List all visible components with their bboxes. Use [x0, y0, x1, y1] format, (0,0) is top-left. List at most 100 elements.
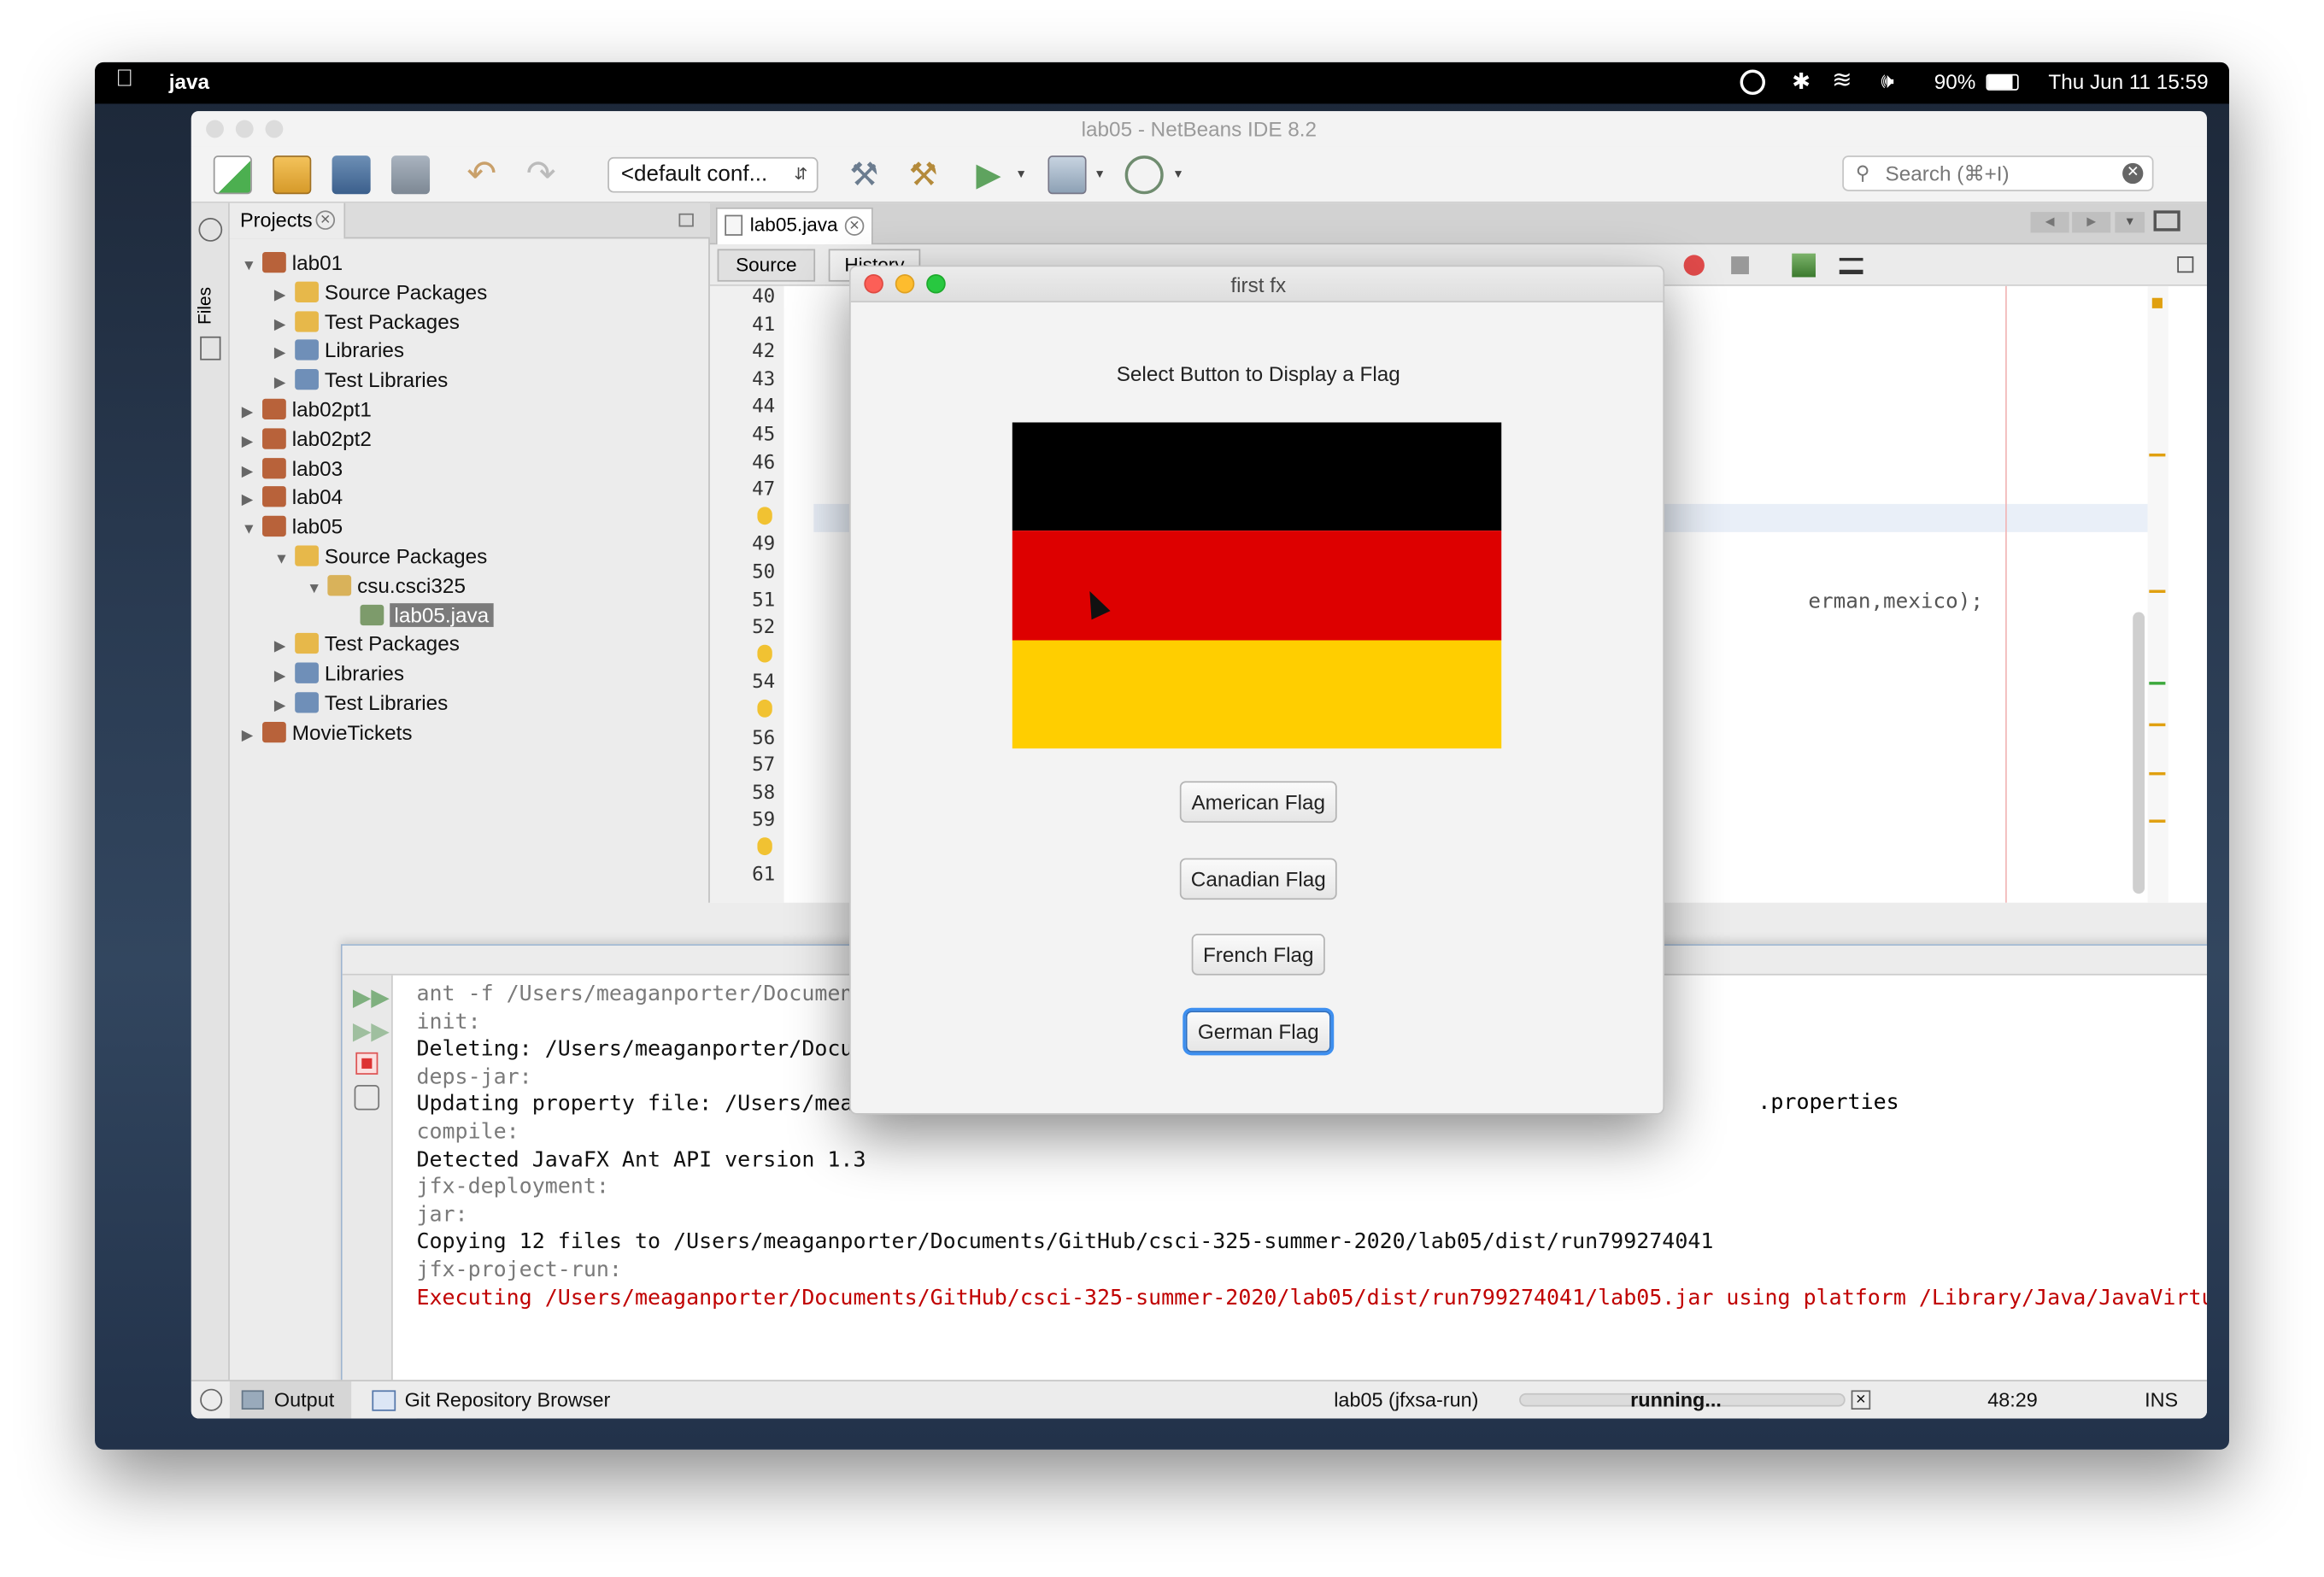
source-button[interactable]: Source	[717, 249, 816, 282]
tree-item[interactable]: ▶ Test Packages	[274, 306, 460, 336]
screen-record-icon[interactable]	[1740, 69, 1766, 96]
minimize-panel-icon[interactable]	[678, 213, 694, 227]
close-light[interactable]	[206, 120, 224, 138]
projects-strip-icon[interactable]	[198, 218, 223, 242]
hint-bulb-icon[interactable]	[757, 506, 772, 525]
fx-minimize-button[interactable]	[895, 273, 915, 294]
output-properties-fragment: .properties	[1758, 1090, 1899, 1115]
flag-button-canadian-flag[interactable]: Canadian Flag	[1179, 857, 1337, 900]
tree-item[interactable]: ▶ Libraries	[274, 659, 404, 689]
wifi-icon[interactable]: ≋	[1832, 65, 1852, 95]
minimize-light[interactable]	[235, 120, 254, 138]
cancel-task-icon[interactable]: ✕	[1851, 1390, 1871, 1410]
maximize-editor-icon[interactable]	[2153, 210, 2180, 232]
status-panel-icon[interactable]	[200, 1388, 223, 1411]
line-number: 41	[752, 314, 776, 337]
profile-dropdown-icon[interactable]: ▼	[1172, 167, 1184, 181]
tree-item[interactable]: lab05.java	[339, 600, 494, 630]
stop-icon[interactable]	[355, 1052, 379, 1075]
flag-button-german-flag[interactable]: German Flag	[1185, 1010, 1331, 1052]
profile-icon[interactable]	[1124, 155, 1164, 195]
tree-item[interactable]: ▶ lab04	[242, 483, 343, 513]
tree-item[interactable]: ▶ Test Libraries	[274, 365, 448, 395]
hint-bulb-icon[interactable]	[757, 837, 772, 855]
build-hammer-icon[interactable]: ⚒	[845, 155, 883, 194]
scroll-tabs-right-icon[interactable]: ▶	[2072, 212, 2111, 233]
editor-tab-lab05[interactable]: lab05.java ✕	[715, 207, 873, 245]
search-clear-icon[interactable]: ✕	[2122, 162, 2144, 185]
undo-icon[interactable]: ↶	[462, 155, 501, 194]
tree-item[interactable]: ▼ Source Packages	[274, 541, 487, 571]
output-line: jfx-deployment:	[416, 1175, 609, 1199]
tree-item[interactable]: ▶ lab02pt1	[242, 395, 372, 425]
rerun-with-params-icon[interactable]: ▶▶	[353, 1017, 390, 1046]
flag-button-french-flag[interactable]: French Flag	[1191, 934, 1325, 976]
tree-item[interactable]: ▶ Source Packages	[274, 277, 487, 307]
record-macro-icon[interactable]	[1683, 255, 1705, 276]
output-line: jfx-project-run:	[416, 1257, 622, 1282]
close-tab-icon[interactable]: ✕	[844, 216, 865, 236]
tree-item-label: Libraries	[324, 338, 405, 363]
fx-zoom-button[interactable]	[926, 273, 946, 294]
tree-item[interactable]: ▼ csu.csci325	[307, 571, 466, 601]
tree-item[interactable]: ▶ Libraries	[274, 336, 404, 366]
open-project-icon[interactable]	[332, 155, 371, 195]
git-browser-tab[interactable]: Git Repository Browser	[369, 1381, 610, 1418]
code-fragment: erman,mexico);	[1808, 589, 1984, 614]
expand-toggle-icon[interactable]: ▼	[307, 575, 327, 605]
tree-item[interactable]: ▶ lab03	[242, 453, 343, 483]
uncomment-icon[interactable]	[1839, 257, 1863, 274]
menubar-clock[interactable]: Thu Jun 11 15:59	[2048, 70, 2208, 94]
ant-settings-icon[interactable]	[354, 1085, 380, 1111]
tree-item[interactable]: ▶ Test Packages	[274, 629, 460, 659]
start-comment-icon[interactable]	[1792, 253, 1816, 278]
apple-icon[interactable]: 	[115, 67, 133, 93]
expand-toggle-icon[interactable]: ▼	[274, 545, 295, 575]
line-number: 52	[752, 616, 776, 640]
tree-item[interactable]: ▼ lab05	[242, 512, 343, 542]
tree-item-label: Test Packages	[324, 308, 460, 333]
rerun-icon[interactable]: ▶▶	[353, 982, 390, 1012]
line-number: 42	[752, 341, 776, 364]
app-menu-name[interactable]: java	[169, 70, 209, 94]
expand-editor-icon[interactable]	[2177, 256, 2194, 273]
expand-toggle-icon[interactable]: ▶	[242, 722, 262, 752]
files-strip-icon[interactable]	[200, 336, 221, 361]
stop-macro-icon[interactable]	[1731, 256, 1749, 274]
files-side-tab[interactable]: Files	[194, 287, 214, 325]
bluetooth-icon[interactable]: ✱	[1792, 68, 1810, 95]
new-project-icon[interactable]	[273, 155, 312, 195]
close-tab-icon[interactable]: ✕	[315, 210, 336, 230]
configuration-select[interactable]: <default conf... ⇵	[607, 156, 819, 193]
new-file-icon[interactable]	[213, 155, 252, 195]
flag-button-american-flag[interactable]: American Flag	[1179, 781, 1337, 823]
projects-tab[interactable]: Projects ✕	[229, 202, 346, 239]
run-icon[interactable]: ▶	[969, 155, 1007, 194]
save-all-icon[interactable]	[390, 155, 431, 195]
debug-dropdown-icon[interactable]: ▼	[1094, 167, 1106, 181]
hint-bulb-icon[interactable]	[757, 699, 772, 718]
battery-icon[interactable]	[1986, 73, 2019, 91]
flag-prompt: Select Button to Display a Flag	[1116, 361, 1400, 386]
zoom-light[interactable]	[265, 120, 284, 138]
fx-close-button[interactable]	[864, 273, 883, 294]
search-input[interactable]: ⚲ Search (⌘+I) ✕	[1842, 155, 2154, 191]
hint-bulb-icon[interactable]	[757, 644, 772, 663]
volume-icon[interactable]: 🕪	[1881, 68, 1893, 93]
output-line: Executing /Users/meaganporter/Documents/…	[416, 1286, 2207, 1310]
scroll-tabs-left-icon[interactable]: ◀	[2030, 212, 2069, 233]
tree-item-label: lab02pt2	[291, 426, 372, 451]
tree-item[interactable]: ▶ MovieTickets	[242, 717, 413, 747]
run-dropdown-icon[interactable]: ▼	[1015, 167, 1027, 181]
expand-toggle-icon[interactable]: ▼	[242, 516, 262, 546]
editor-vertical-scrollbar[interactable]	[2133, 612, 2145, 894]
tab-list-icon[interactable]: ▼	[2115, 212, 2145, 233]
tree-item[interactable]: ▶ lab02pt2	[242, 424, 372, 454]
expand-toggle-icon[interactable]: ▼	[242, 252, 262, 282]
redo-icon[interactable]: ↷	[522, 155, 560, 194]
clean-build-icon[interactable]: ⚒	[904, 155, 942, 194]
tree-item[interactable]: ▶ Test Libraries	[274, 688, 448, 718]
debug-icon[interactable]	[1048, 155, 1087, 195]
output-bottom-tab[interactable]: Output	[229, 1381, 352, 1419]
tree-item[interactable]: ▼ lab01	[242, 248, 343, 278]
